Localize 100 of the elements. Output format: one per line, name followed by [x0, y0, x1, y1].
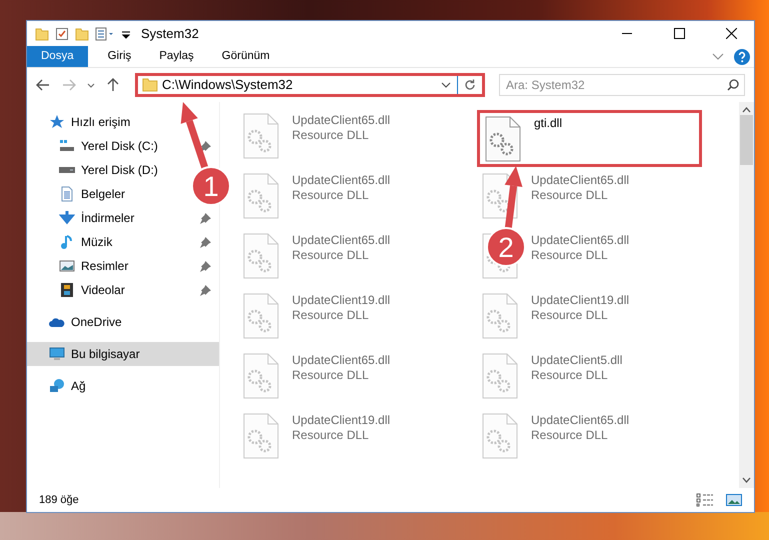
pin-icon [200, 140, 211, 152]
pin-icon [200, 260, 211, 272]
file-type: Resource DLL [292, 248, 370, 263]
file-name: UpdateClient65.dll [531, 173, 630, 188]
dll-file-icon [481, 353, 519, 399]
dll-file-icon [242, 233, 280, 279]
file-type: Resource DLL [531, 248, 609, 263]
file-type: Resource DLL [292, 368, 370, 383]
music-note-icon [59, 234, 75, 250]
down-arrow-icon [59, 210, 75, 226]
dll-file-icon [484, 116, 522, 162]
star-icon [49, 114, 65, 130]
file-type: Resource DLL [292, 128, 370, 143]
sidebar-label: Bu bilgisayar [71, 346, 141, 363]
expand-ribbon-icon[interactable] [712, 52, 724, 60]
file-name: UpdateClient19.dll [292, 293, 390, 308]
network-icon [49, 378, 65, 394]
sidebar-label: Resimler [81, 258, 130, 275]
dll-file-icon [242, 293, 280, 339]
file-name: UpdateClient65.dll [531, 233, 630, 248]
dll-file-icon [242, 413, 280, 459]
sidebar-label: İndirmeler [81, 210, 136, 227]
details-view-icon[interactable] [696, 493, 714, 507]
drive-icon [59, 167, 75, 173]
sidebar-label: OneDrive [71, 314, 122, 331]
dll-file-icon [481, 173, 519, 219]
search-icon [727, 79, 739, 91]
file-type: Resource DLL [531, 428, 609, 443]
file-type: Resource DLL [292, 188, 370, 203]
ribbon-tab[interactable]: Giriş [94, 46, 146, 67]
scrollbar-thumb[interactable] [740, 115, 753, 165]
sidebar-item[interactable]: Resimler [27, 254, 219, 278]
file-name: UpdateClient65.dll [292, 353, 390, 368]
scroll-down-icon[interactable] [742, 477, 751, 483]
sidebar-label: Ağ [71, 378, 86, 395]
pin-icon [200, 212, 211, 224]
file-name: UpdateClient19.dll [531, 293, 630, 308]
picture-icon [59, 258, 75, 274]
sidebar-item[interactable]: Ağ [27, 374, 94, 398]
sidebar-label: Belgeler [81, 186, 126, 203]
close-icon [726, 28, 736, 39]
ribbon-tab[interactable]: Dosya [27, 46, 88, 67]
file-name: UpdateClient65.dll [292, 233, 390, 248]
file-name: UpdateClient19.dll [292, 413, 390, 428]
scrollbar[interactable] [739, 102, 754, 488]
properties-icon[interactable] [95, 26, 115, 40]
dropdown-icon[interactable] [441, 82, 451, 88]
sidebar-item[interactable]: Videolar [27, 278, 219, 302]
caret-icon [87, 82, 95, 88]
dll-file-icon [242, 353, 280, 399]
sidebar-label: Yerel Disk (C:) [81, 138, 159, 155]
back-arrow-icon [36, 79, 50, 91]
dll-file-icon [481, 293, 519, 339]
dll-file-icon [242, 173, 280, 219]
item-count: 189 öğe [39, 492, 80, 508]
address-bar[interactable]: C:\Windows\System32 [135, 73, 485, 97]
drive-icon [59, 138, 75, 154]
sidebar-item[interactable]: İndirmeler [27, 206, 219, 230]
refresh-icon[interactable] [464, 79, 476, 91]
dll-file-icon [481, 413, 519, 459]
dll-file-icon [242, 113, 280, 159]
forward-arrow-icon [62, 79, 76, 91]
sidebar-label: Yerel Disk (D:) [81, 162, 158, 179]
help-icon[interactable] [734, 48, 750, 64]
ribbon-tab[interactable]: Görünüm [208, 46, 284, 67]
file-name: UpdateClient65.dll [531, 413, 630, 428]
file-type: Resource DLL [531, 188, 609, 203]
file-name: UpdateClient65.dll [292, 173, 390, 188]
film-icon [59, 282, 75, 298]
monitor-icon [49, 346, 65, 362]
window-title: System32 [141, 24, 200, 43]
maximize-icon [674, 28, 684, 39]
sidebar-label: Videolar [81, 282, 126, 299]
large-icons-view-icon[interactable] [726, 493, 742, 507]
search-field[interactable]: Ara: System32 [499, 74, 745, 96]
sidebar-item[interactable]: OneDrive [27, 310, 130, 334]
file-name: UpdateClient5.dll [531, 353, 622, 368]
folder-icon [142, 78, 158, 92]
selected-file-frame[interactable]: gti.dll [477, 110, 702, 167]
sidebar-item[interactable]: Yerel Disk (D:) [27, 158, 166, 182]
scroll-up-icon[interactable] [742, 107, 751, 113]
file-type: Resource DLL [531, 308, 609, 323]
file-type: Resource DLL [292, 308, 370, 323]
ribbon-tab[interactable]: Paylaş [145, 46, 208, 67]
sidebar-item[interactable]: Bu bilgisayar [27, 342, 219, 366]
document-icon [59, 186, 75, 202]
pin-icon [200, 284, 211, 296]
sidebar-item[interactable]: Müzik [27, 230, 219, 254]
sidebar-label: Hızlı erişim [71, 114, 130, 131]
file-name: gti.dll [534, 116, 562, 131]
minimize-icon [622, 32, 632, 34]
file-name: UpdateClient65.dll [292, 113, 390, 128]
up-arrow-icon [107, 78, 119, 92]
checklist-icon[interactable] [55, 26, 69, 40]
file-type: Resource DLL [531, 368, 609, 383]
sidebar-label: Müzik [81, 234, 114, 251]
sidebar-item[interactable]: Belgeler [27, 182, 134, 206]
sidebar-item[interactable]: Hızlı erişim [27, 110, 138, 134]
pin-icon [200, 236, 211, 248]
file-type: Resource DLL [292, 428, 370, 443]
